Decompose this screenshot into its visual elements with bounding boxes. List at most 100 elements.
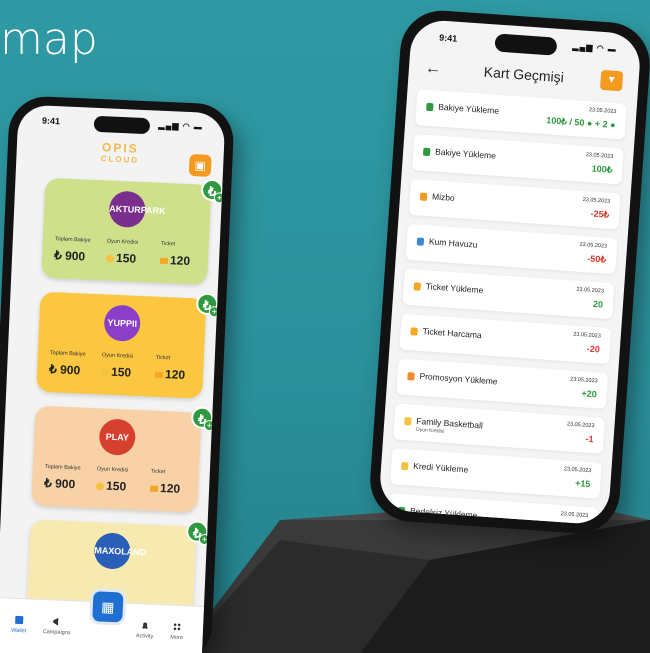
venue-logo-text: PLAY [98, 418, 137, 456]
ticket-label: Ticket [160, 240, 176, 248]
transaction-row[interactable]: Ticket Yükleme 23.05.2023 20 [402, 268, 615, 320]
transaction-type-icon [407, 372, 415, 381]
venue-card[interactable]: AKTURPARK Toplam Bakiye Oyun Kredisi Tic… [41, 177, 212, 285]
transaction-amount: +20 [581, 388, 598, 400]
wallet-icon [15, 615, 24, 625]
card-labels [40, 578, 182, 584]
card-values: ₺ 900 150 120 [54, 248, 198, 268]
transaction-row[interactable]: Mizbo 23.05.2023 -25₺ [408, 178, 621, 230]
transaction-date: 23.05.2023 [576, 286, 605, 295]
balance-label: Toplam Bakiye [54, 236, 91, 244]
venue-logo: MAXOLAND [29, 529, 196, 572]
ticket-icon [154, 371, 164, 378]
cart-button[interactable]: ▣ [188, 153, 212, 177]
add-balance-button[interactable]: ₺ [185, 520, 209, 544]
coin-icon [105, 254, 115, 263]
qr-scan-button[interactable]: ▦ [89, 588, 127, 626]
nav-activity-label: Activity [135, 633, 154, 640]
transaction-type-icon [419, 192, 428, 202]
transaction-row[interactable]: Ticket Harcama 23.05.2023 -20 [399, 313, 612, 365]
transaction-row[interactable]: Bakiye Yükleme 23.05.2023 100₺ / 50 ● + … [415, 89, 628, 140]
ticket-value-text: 120 [164, 367, 186, 382]
credit-value: 150 [105, 250, 137, 266]
ticket-icon [149, 485, 159, 492]
transaction-amount: 20 [592, 298, 604, 310]
dynamic-island [494, 33, 558, 56]
transaction-row[interactable]: Family Basketball Oyun Kredisi 23.05.202… [393, 403, 606, 454]
transaction-label: Ticket Harcama [422, 326, 483, 341]
transaction-sublabel: Oyun Kredisi [415, 426, 445, 435]
transaction-date: 23.05.2023 [582, 196, 611, 205]
brand-text: map [0, 14, 98, 65]
filter-button[interactable]: ▼ [599, 69, 624, 92]
balance-value: ₺ 900 [53, 248, 86, 264]
card-labels: Toplam Bakiye Oyun Kredisi Ticket [44, 463, 187, 475]
transaction-label: Bakiye Yükleme [434, 146, 497, 161]
transaction-amount: 100₺ [591, 163, 613, 175]
dynamic-island [93, 115, 150, 135]
credit-value-text: 150 [110, 364, 132, 380]
venue-logo-text: MAXOLAND [93, 532, 147, 570]
transaction-label: Promosyon Yükleme [419, 370, 498, 387]
qr-icon: ▦ [100, 598, 115, 616]
venue-logo: YUPPII [39, 302, 206, 345]
transaction-row[interactable]: Kum Havuzu 23.05.2023 -50₺ [405, 223, 618, 275]
transaction-date: 23.05.2023 [579, 241, 608, 250]
venue-card[interactable]: YUPPII Toplam Bakiye Oyun Kredisi Ticket… [36, 291, 207, 399]
bell-icon [141, 622, 148, 629]
transaction-label: Mizbo [431, 191, 456, 203]
nav-activity[interactable]: Activity [128, 620, 163, 640]
transaction-date: 23.05.2023 [560, 511, 589, 520]
transaction-date: 23.05.2023 [585, 152, 614, 160]
transaction-date: 23.05.2023 [588, 107, 617, 116]
cart-icon: ▣ [194, 158, 207, 173]
ticket-label: Ticket [150, 468, 166, 476]
credit-value-text: 150 [105, 478, 127, 494]
add-balance-button[interactable]: ₺ [195, 292, 219, 316]
credit-label: Oyun Kredisi [106, 238, 139, 246]
transaction-date: 23.05.2023 [566, 421, 595, 430]
transaction-row[interactable]: Promosyon Yükleme 23.05.2023 +20 [396, 358, 609, 410]
transaction-type-icon [422, 147, 431, 157]
add-balance-button[interactable]: ₺ [190, 406, 214, 430]
venue-logo-text: AKTURPARK [108, 190, 166, 229]
transaction-label: Kum Havuzu [428, 236, 478, 250]
nav-wallet[interactable]: Wallet [2, 614, 37, 634]
status-time: 9:41 [41, 115, 61, 127]
transaction-amount: -25₺ [590, 208, 610, 220]
balance-value: ₺ 900 [43, 475, 76, 492]
transaction-list: Bakiye Yükleme 23.05.2023 100₺ / 50 ● + … [386, 89, 628, 526]
credit-label: Oyun Kredisi [96, 466, 129, 474]
transaction-type-icon [426, 102, 434, 112]
nav-campaigns[interactable]: Campaigns [40, 616, 75, 636]
balance-label: Toplam Bakiye [44, 463, 81, 472]
ticket-value-text: 120 [169, 253, 191, 269]
credit-value-text: 150 [115, 250, 137, 266]
balance-value: ₺ 900 [48, 362, 81, 378]
transaction-amount: -20 [586, 343, 601, 355]
ticket-label: Ticket [155, 354, 171, 362]
venue-logo: AKTURPARK [44, 188, 211, 231]
transaction-type-icon [410, 327, 418, 336]
transaction-date: 23.05.2023 [569, 376, 598, 385]
bottom-nav: Wallet Campaigns ▦ Activity More [0, 588, 205, 653]
nav-wallet-label: Wallet [11, 627, 27, 635]
credit-value: 150 [100, 364, 132, 380]
balance-label: Toplam Bakiye [49, 350, 86, 358]
transaction-label: Bakiye Yükleme [438, 101, 500, 116]
ticket-value: 120 [149, 481, 180, 496]
transaction-row[interactable]: Kredi Yükleme 23.05.2023 +15 [389, 448, 602, 499]
nav-more[interactable]: More [159, 621, 194, 641]
ticket-value: 120 [159, 253, 191, 269]
venue-card[interactable]: PLAY Toplam Bakiye Oyun Kredisi Ticket ₺… [31, 405, 202, 513]
transaction-type-icon [416, 237, 425, 246]
coin-icon [100, 368, 110, 377]
coin-icon [95, 482, 105, 491]
filter-icon: ▼ [606, 74, 617, 86]
venue-logo-text: YUPPII [103, 304, 142, 342]
transaction-row[interactable]: Bakiye Yükleme 23.05.2023 100₺ [411, 133, 624, 185]
status-icons: ▂▄▆ ◠ ▬ [572, 41, 618, 54]
card-values: ₺ 900 150 120 [44, 476, 189, 496]
add-balance-button[interactable]: ₺ [200, 178, 224, 202]
credit-value: 150 [95, 478, 127, 494]
